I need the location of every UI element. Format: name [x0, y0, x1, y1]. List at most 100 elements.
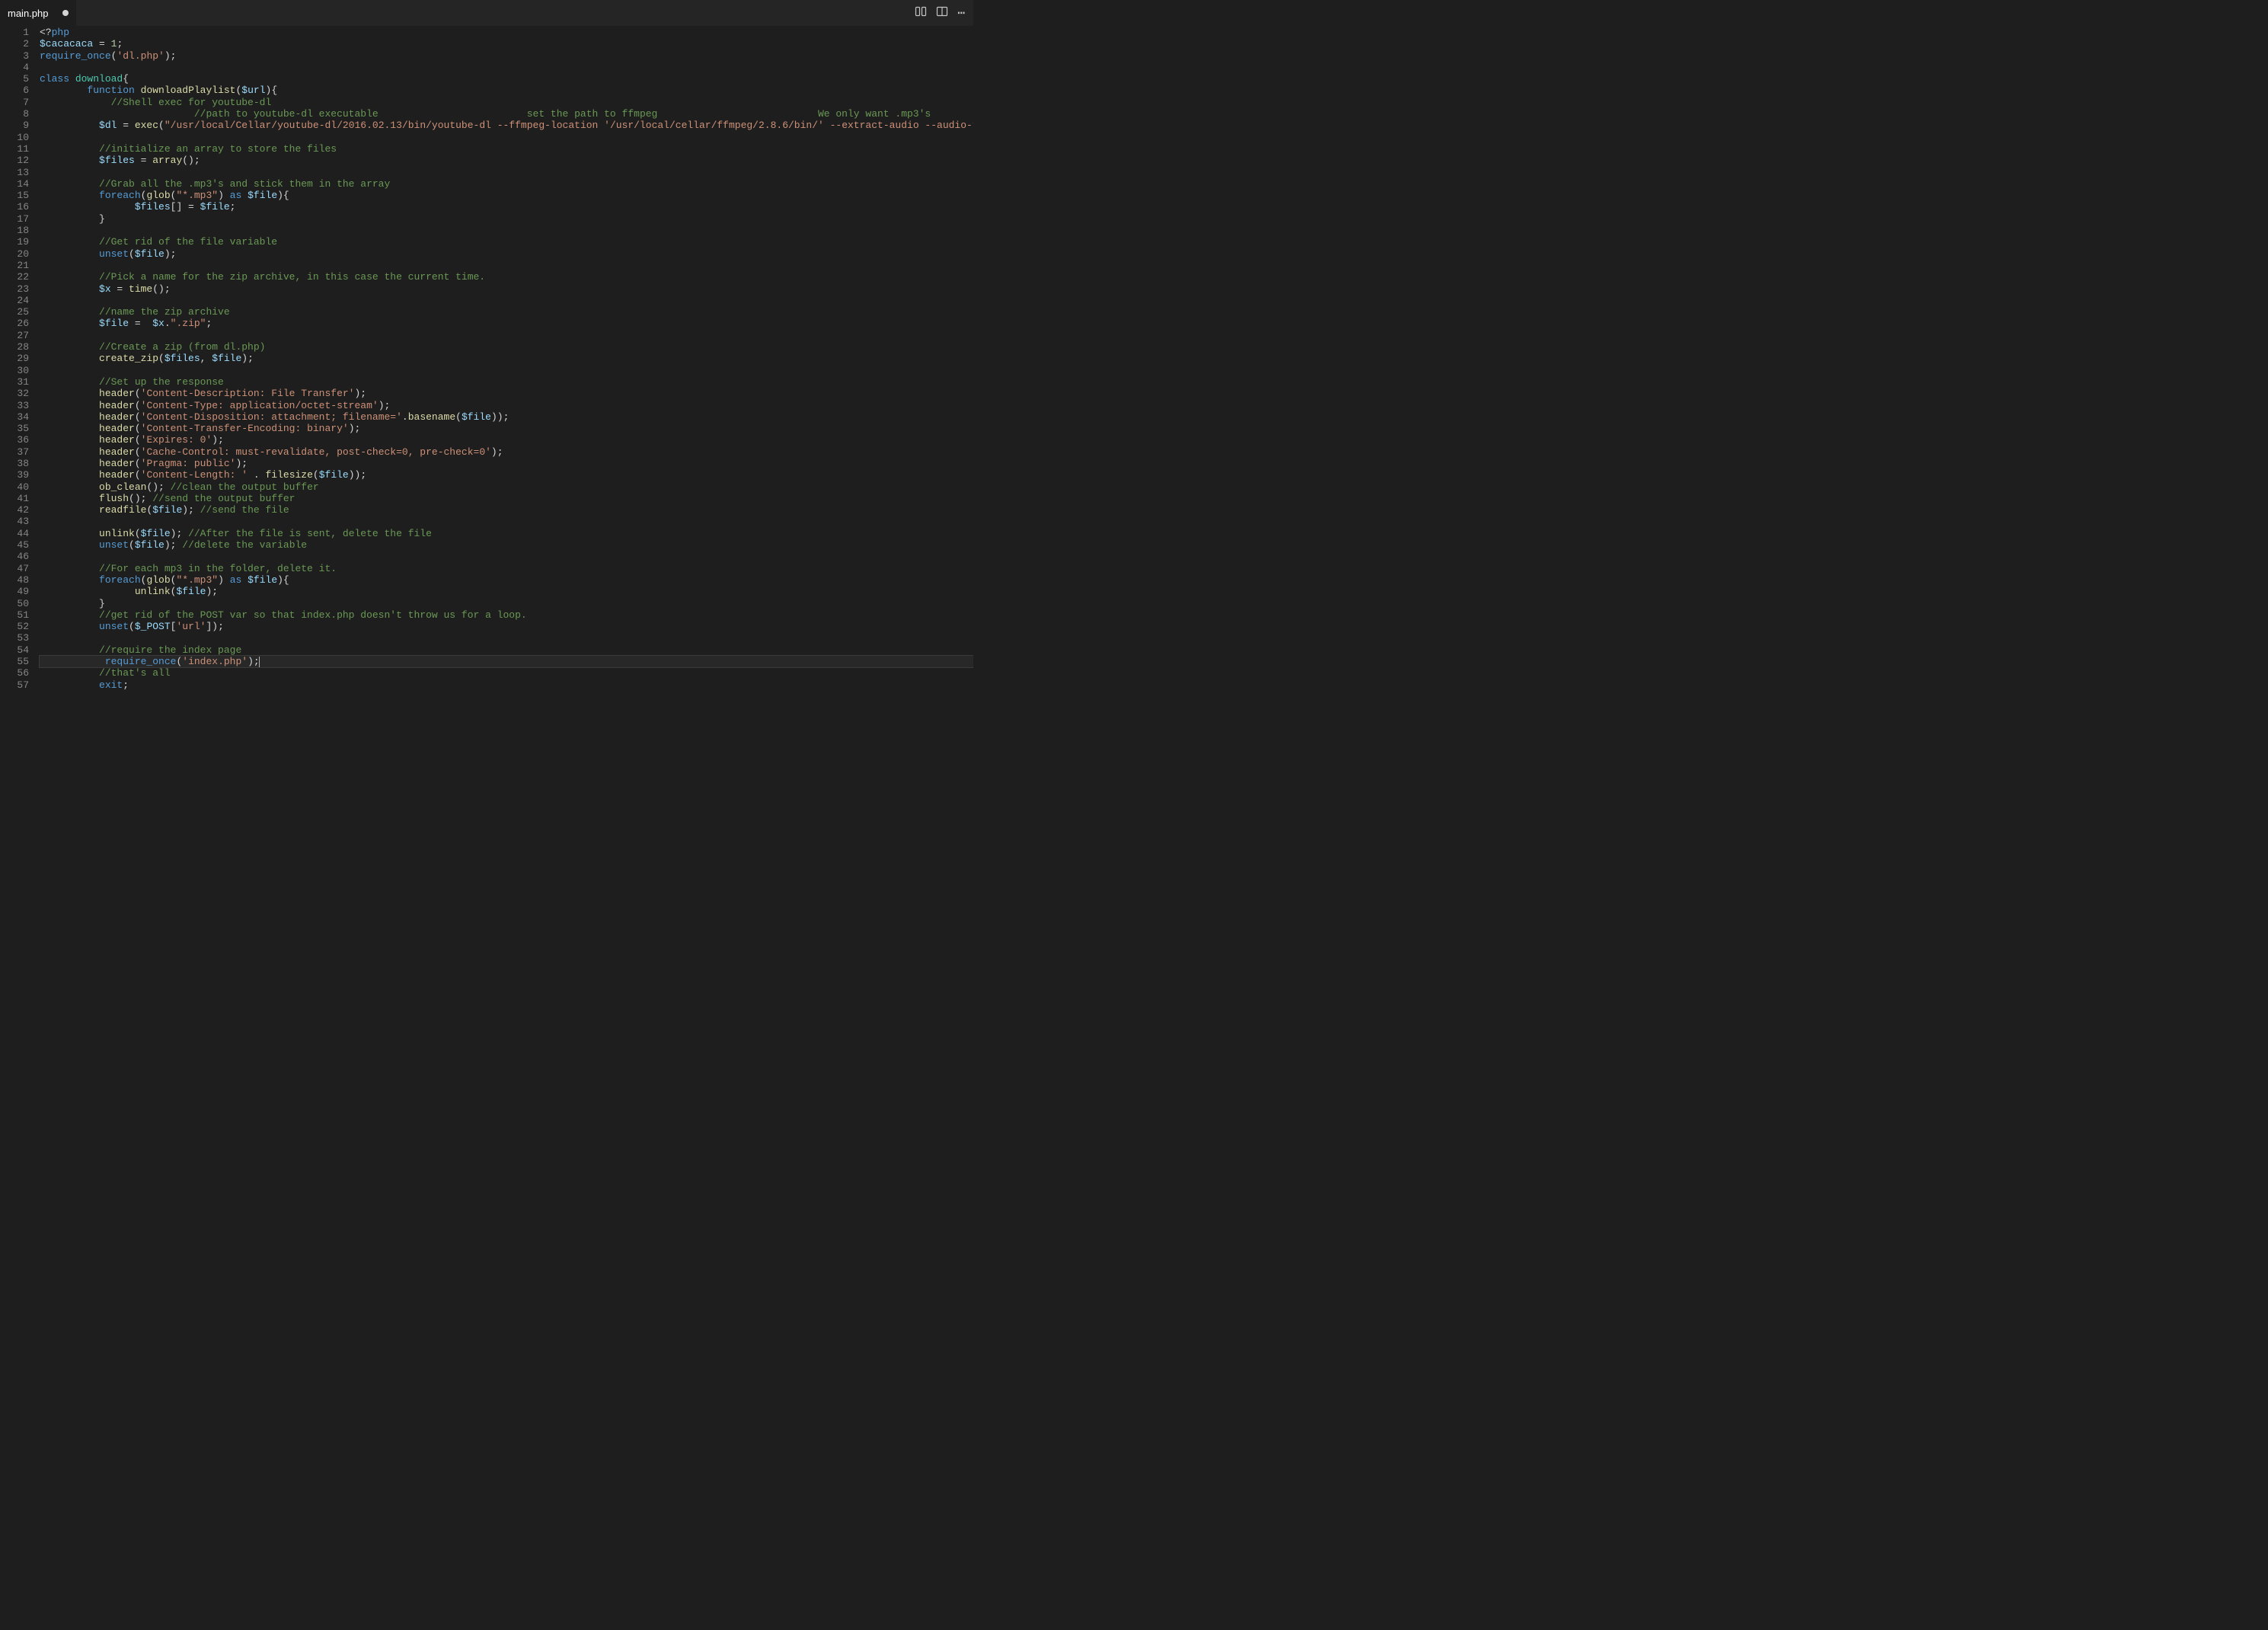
token: ( [135, 400, 141, 411]
tab-main-php[interactable]: main.php [0, 0, 76, 26]
code-line[interactable]: unset($file); //delete the variable [40, 539, 973, 551]
code-line[interactable]: foreach(glob("*.mp3") as $file){ [40, 190, 973, 201]
token: //send the output buffer [152, 493, 295, 504]
code-line[interactable]: header('Content-Transfer-Encoding: binar… [40, 423, 973, 434]
code-line[interactable]: $dl = exec("/usr/local/Cellar/youtube-dl… [40, 120, 973, 131]
code-line[interactable]: //name the zip archive [40, 306, 973, 318]
code-line[interactable]: readfile($file); //send the file [40, 504, 973, 516]
code-line[interactable] [40, 260, 973, 271]
token [40, 679, 99, 691]
code-line[interactable] [40, 632, 973, 644]
code-line[interactable]: <?php [40, 27, 973, 38]
token: as [230, 190, 242, 201]
code-line[interactable]: require_once('index.php'); [40, 656, 973, 667]
code-line[interactable]: //Shell exec for youtube-dl [40, 97, 973, 108]
line-number: 1 [0, 27, 29, 38]
code-line[interactable]: header('Pragma: public'); [40, 458, 973, 469]
code-line[interactable]: require_once('dl.php'); [40, 50, 973, 62]
code-line[interactable] [40, 167, 973, 178]
code-line[interactable]: unset($_POST['url']); [40, 621, 973, 632]
compare-changes-icon[interactable] [915, 5, 927, 21]
code-line[interactable]: function downloadPlaylist($url){ [40, 85, 973, 96]
token [40, 236, 99, 248]
code-line[interactable] [40, 295, 973, 306]
more-actions-icon[interactable]: ⋯ [957, 5, 966, 21]
token: 'Content-Length: ' [141, 469, 248, 481]
line-number: 20 [0, 248, 29, 260]
editor[interactable]: 1234567891011121314151617181920212223242… [0, 27, 973, 699]
code-line[interactable]: } [40, 213, 973, 225]
code-line[interactable]: create_zip($files, $file); [40, 353, 973, 364]
code-line[interactable] [40, 330, 973, 341]
code-line[interactable]: unlink($file); [40, 586, 973, 597]
line-number: 22 [0, 271, 29, 283]
code-line[interactable]: header('Content-Disposition: attachment;… [40, 411, 973, 423]
token: ob_clean [99, 481, 146, 493]
line-number: 38 [0, 458, 29, 469]
code-line[interactable]: $cacacaca = 1; [40, 38, 973, 50]
token [40, 493, 99, 504]
token: ( [135, 446, 141, 458]
token: ; [117, 38, 123, 50]
code-line[interactable]: //For each mp3 in the folder, delete it. [40, 563, 973, 574]
code-line[interactable]: unlink($file); //After the file is sent,… [40, 528, 973, 539]
code-line[interactable] [40, 62, 973, 73]
token: $file [212, 353, 241, 364]
line-number: 47 [0, 563, 29, 574]
code-line[interactable]: class download{ [40, 73, 973, 85]
code-line[interactable]: $files[] = $file; [40, 201, 973, 213]
code-line[interactable]: header('Content-Length: ' . filesize($fi… [40, 469, 973, 481]
token: ); [248, 656, 260, 667]
token [40, 574, 99, 586]
token: ); [165, 539, 182, 551]
code-line[interactable]: exit; [40, 679, 973, 691]
code-line[interactable]: } [40, 598, 973, 609]
code-line[interactable]: //Create a zip (from dl.php) [40, 341, 973, 353]
token: $file [248, 574, 277, 586]
code-line[interactable]: //Grab all the .mp3's and stick them in … [40, 178, 973, 190]
code-line[interactable]: header('Expires: 0'); [40, 434, 973, 446]
code-line[interactable] [40, 225, 973, 236]
code-line[interactable] [40, 132, 973, 143]
code-line[interactable]: unset($file); [40, 248, 973, 260]
code-line[interactable]: $file = $x.".zip"; [40, 318, 973, 329]
token: ( [455, 411, 462, 423]
token [40, 271, 99, 283]
code-line[interactable]: //require the index page [40, 644, 973, 656]
token [40, 108, 194, 120]
code-line[interactable]: //Pick a name for the zip archive, in th… [40, 271, 973, 283]
code-line[interactable]: //that's all [40, 667, 973, 679]
code-line[interactable]: foreach(glob("*.mp3") as $file){ [40, 574, 973, 586]
token: ".zip" [171, 318, 206, 329]
code-line[interactable]: header('Cache-Control: must-revalidate, … [40, 446, 973, 458]
split-editor-icon[interactable] [936, 5, 948, 21]
token [40, 469, 99, 481]
code-line[interactable] [40, 551, 973, 562]
code-line[interactable]: //Set up the response [40, 376, 973, 388]
code-line[interactable]: //initialize an array to store the files [40, 143, 973, 155]
code-line[interactable]: //get rid of the POST var so that index.… [40, 609, 973, 621]
token: ); [355, 388, 367, 399]
token: array [152, 155, 182, 166]
code-line[interactable] [40, 516, 973, 527]
token: 'Expires: 0' [141, 434, 212, 446]
token: $_POST [135, 621, 171, 632]
code-line[interactable]: //Get rid of the file variable [40, 236, 973, 248]
code-line[interactable]: $x = time(); [40, 283, 973, 295]
token: $file [141, 528, 171, 539]
code-line[interactable]: header('Content-Type: application/octet-… [40, 400, 973, 411]
code-line[interactable]: $files = array(); [40, 155, 973, 166]
code-line[interactable] [40, 365, 973, 376]
token: ); [165, 50, 177, 62]
token: ( [313, 469, 319, 481]
token: ; [123, 679, 129, 691]
code-line[interactable]: //path to youtube-dl executable set the … [40, 108, 973, 120]
line-number: 3 [0, 50, 29, 62]
line-number: 15 [0, 190, 29, 201]
code-line[interactable]: ob_clean(); //clean the output buffer [40, 481, 973, 493]
code-area[interactable]: <?php$cacacaca = 1;require_once('dl.php'… [40, 27, 973, 699]
token: ); [349, 423, 361, 434]
token: download [75, 73, 123, 85]
code-line[interactable]: header('Content-Description: File Transf… [40, 388, 973, 399]
code-line[interactable]: flush(); //send the output buffer [40, 493, 973, 504]
